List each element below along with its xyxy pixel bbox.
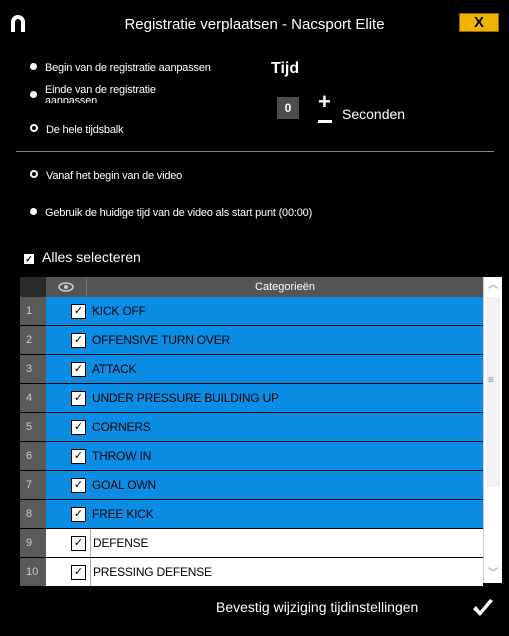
category-name: GOAL OWN [90,471,483,499]
radio-whole-timeline[interactable]: De hele tijdsbalk [30,124,124,136]
row-checkbox-cell: ✓ [46,500,90,528]
radio-end[interactable]: Einde van de registratie aanpassen [30,85,156,103]
header-categories[interactable]: Categorieën [86,277,483,297]
row-number: 2 [20,326,46,354]
seconds-input[interactable]: 0 [277,97,299,119]
radio-dot-icon [30,91,37,98]
table-row[interactable]: 4 ✓ UNDER PRESSURE BUILDING UP [20,384,483,413]
row-number: 8 [20,500,46,528]
radio-dot-icon [30,208,37,215]
table-row[interactable]: 9 ✓ DEFENSE [20,529,483,558]
table-row[interactable]: 5 ✓ CORNERS [20,413,483,442]
radio-from-start[interactable]: Vanaf het begin van de video [30,170,182,182]
row-number: 10 [20,558,46,586]
row-checkbox[interactable]: ✓ [71,303,86,319]
radio-current-time[interactable]: Gebruik de huidige tijd van de video als… [30,207,312,219]
row-number: 3 [20,355,46,383]
row-checkbox-cell: ✓ [46,326,90,354]
row-checkbox-cell: ✓ [46,384,90,412]
table-row[interactable]: 1 ✓ KICK OFF [20,297,483,326]
category-name: UNDER PRESSURE BUILDING UP [90,384,483,412]
grip-icon: ≡ [488,375,494,386]
select-all-checkbox[interactable]: ✓ Alles selecteren [24,249,141,265]
row-checkbox[interactable]: ✓ [71,332,86,348]
category-name: FREE KICK [90,500,483,528]
divider [16,151,494,152]
row-checkbox[interactable]: ✓ [71,390,86,406]
seconds-label: Seconden [342,106,406,122]
category-name: DEFENSE [90,529,483,557]
time-heading: Tijd [271,60,300,77]
table-row[interactable]: 3 ✓ ATTACK [20,355,483,384]
radio-begin[interactable]: Begin van de registratie aanpassen [30,62,211,74]
table-row[interactable]: 10 ✓ PRESSING DEFENSE [20,558,483,587]
minus-button[interactable] [318,120,332,123]
row-checkbox-cell: ✓ [46,413,90,441]
row-checkbox[interactable]: ✓ [71,477,86,493]
table-scrollbar[interactable]: ︿ ≡ ﹀ [483,277,502,583]
radio-selected-icon [30,124,38,132]
scroll-thumb[interactable] [486,297,500,487]
row-checkbox[interactable]: ✓ [71,361,86,377]
category-name: KICK OFF [90,297,483,325]
row-checkbox[interactable]: ✓ [71,419,86,435]
row-number: 6 [20,442,46,470]
scroll-down-icon[interactable]: ﹀ [484,565,502,583]
plus-button[interactable]: + [318,91,331,113]
row-number: 5 [20,413,46,441]
category-name: THROW IN [90,442,483,470]
row-checkbox[interactable]: ✓ [71,535,86,551]
row-checkbox-cell: ✓ [46,297,90,325]
table-row[interactable]: 2 ✓ OFFENSIVE TURN OVER [20,326,483,355]
row-checkbox[interactable]: ✓ [71,564,86,580]
row-number: 1 [20,297,46,325]
table-header: Categorieën [20,277,483,297]
radio-selected-icon [30,170,38,178]
title-bar: Registratie verplaatsen - Nacsport Elite… [0,0,509,44]
table-row[interactable]: 8 ✓ FREE KICK [20,500,483,529]
category-name: CORNERS [90,413,483,441]
window-title: Registratie verplaatsen - Nacsport Elite [124,16,385,33]
category-name: ATTACK [90,355,483,383]
category-name: PRESSING DEFENSE [90,558,483,586]
row-checkbox-cell: ✓ [46,558,90,586]
categories-table: Categorieën 1 ✓ KICK OFF 2 ✓ OFFENSIVE TURN O… [20,277,483,587]
row-checkbox[interactable]: ✓ [71,506,86,522]
confirm-label: Bevestig wijziging tijdinstellingen [216,599,419,615]
header-num-cell [20,277,46,297]
table-row[interactable]: 6 ✓ THROW IN [20,442,483,471]
nacsport-logo-icon [11,15,25,32]
category-name: OFFENSIVE TURN OVER [90,326,483,354]
row-checkbox-cell: ✓ [46,471,90,499]
scroll-up-icon[interactable]: ︿ [484,277,502,295]
row-checkbox-cell: ✓ [46,442,90,470]
eye-icon[interactable] [46,277,86,297]
row-number: 7 [20,471,46,499]
close-button[interactable]: X [459,13,499,32]
table-row[interactable]: 7 ✓ GOAL OWN [20,471,483,500]
confirm-check-icon[interactable] [471,598,495,618]
radio-dot-icon [30,63,37,70]
row-number: 9 [20,529,46,557]
row-number: 4 [20,384,46,412]
row-checkbox-cell: ✓ [46,355,90,383]
row-checkbox[interactable]: ✓ [71,448,86,464]
checkbox-checked-icon: ✓ [24,254,34,264]
row-checkbox-cell: ✓ [46,529,90,557]
